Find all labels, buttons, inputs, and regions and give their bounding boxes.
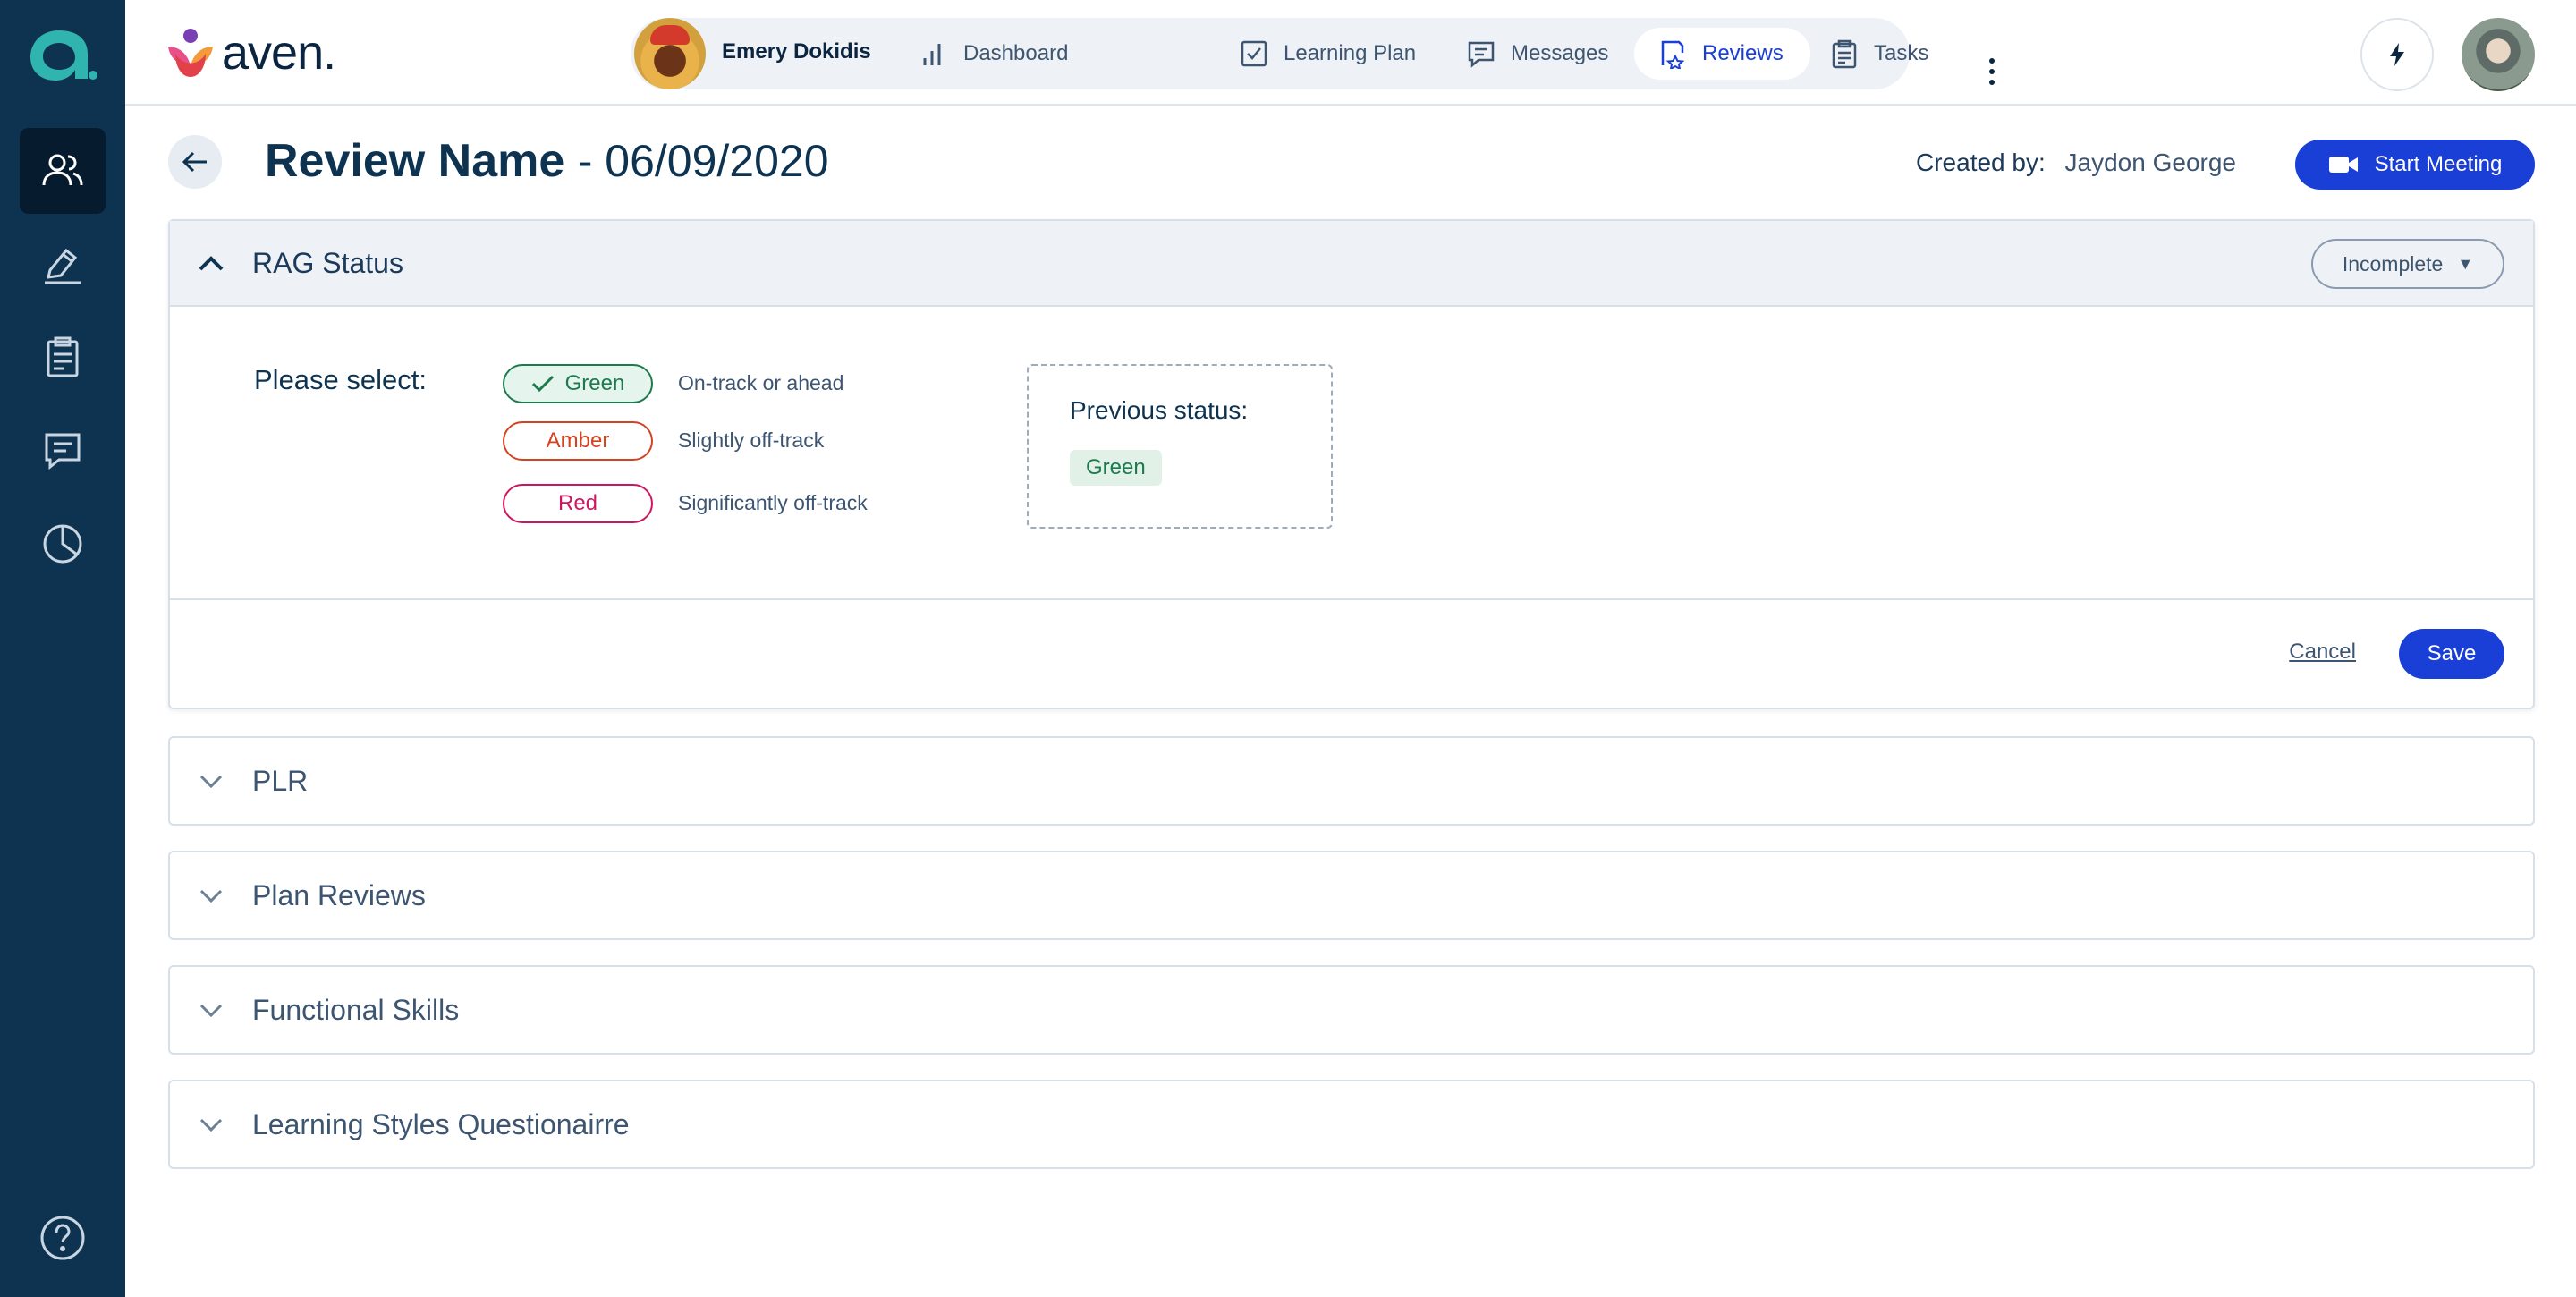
previous-status-box: Previous status: Green <box>1027 364 1333 529</box>
section-plan-reviews: Plan Reviews <box>168 851 2535 940</box>
section-header[interactable]: Learning Styles Questionairre <box>170 1081 2533 1167</box>
rag-option-desc: On-track or ahead <box>678 371 844 394</box>
nav-item-learning-plan[interactable]: Learning Plan <box>1239 18 1416 89</box>
rag-status-header[interactable]: RAG Status <box>170 221 2533 307</box>
rag-option-label: Red <box>557 491 598 515</box>
status-dropdown[interactable]: Incomplete ▼ <box>2311 239 2504 289</box>
section-title: Learning Styles Questionairre <box>252 1107 630 1140</box>
help-icon[interactable] <box>39 1215 86 1261</box>
nav-item-label: Tasks <box>1874 41 1929 65</box>
sidebar-item-users[interactable] <box>20 128 106 214</box>
section-header[interactable]: Plan Reviews <box>170 852 2533 938</box>
sidebar-item-chat[interactable] <box>20 408 106 494</box>
quick-actions-button[interactable] <box>2360 18 2434 91</box>
rag-panel-footer: Cancel Save <box>170 598 2533 708</box>
nav-item-label: Learning Plan <box>1284 41 1417 65</box>
cancel-button[interactable]: Cancel <box>2289 640 2356 665</box>
arrow-left-icon <box>182 151 207 173</box>
clipboard-icon <box>1832 39 1857 69</box>
aven-flower-logo <box>168 29 213 77</box>
section-functional-skills: Functional Skills <box>168 965 2535 1055</box>
caret-down-icon: ▼ <box>2457 254 2474 273</box>
section-plr: PLR <box>168 736 2535 826</box>
page-title: Review Name - 06/09/2020 <box>265 134 829 188</box>
review-date: - 06/09/2020 <box>577 136 829 186</box>
section-header[interactable]: Functional Skills <box>170 967 2533 1053</box>
users-icon <box>42 154 83 186</box>
chevron-down-icon <box>199 775 223 789</box>
created-by-name: Jaydon George <box>2064 148 2236 176</box>
section-title: Plan Reviews <box>252 878 426 911</box>
back-button[interactable] <box>168 135 222 189</box>
more-menu-icon[interactable] <box>1983 43 2001 100</box>
section-header[interactable]: PLR <box>170 738 2533 824</box>
save-button[interactable]: Save <box>2399 629 2504 679</box>
chat-icon <box>45 433 80 470</box>
video-camera-icon <box>2328 157 2358 173</box>
nav-item-label: Messages <box>1511 41 1609 65</box>
pie-chart-icon <box>43 524 82 564</box>
clipboard-icon <box>47 336 79 377</box>
student-name: Emery Dokidis <box>722 39 871 64</box>
rag-status-panel: RAG Status Incomplete ▼ Please select: G… <box>168 219 2535 709</box>
nav-item-label: Reviews <box>1702 41 1784 65</box>
chevron-down-icon <box>199 889 223 903</box>
chevron-up-icon <box>199 256 224 271</box>
checkbox-icon <box>1241 40 1267 67</box>
nav-item-messages[interactable]: Messages <box>1466 18 1608 89</box>
rag-option-red[interactable]: Red <box>503 484 653 523</box>
pen-icon <box>45 248 80 284</box>
nav-item-dashboard[interactable]: Dashboard <box>919 18 1068 89</box>
nav-item-reviews[interactable]: Reviews <box>1634 28 1810 80</box>
start-meeting-button[interactable]: Start Meeting <box>2295 140 2535 190</box>
bolt-icon <box>2390 43 2404 66</box>
review-star-icon <box>1661 40 1685 69</box>
review-name: Review Name <box>265 135 565 187</box>
rag-option-label: Green <box>564 371 625 395</box>
chevron-down-icon <box>199 1118 223 1132</box>
rag-status-title: RAG Status <box>252 246 403 279</box>
previous-status-label: Previous status: <box>1070 396 1249 424</box>
created-by: Created by: Jaydon George <box>1916 148 2236 177</box>
bar-chart-icon <box>923 44 941 65</box>
check-icon <box>531 375 554 393</box>
section-title: Functional Skills <box>252 993 460 1026</box>
status-dropdown-value: Incomplete <box>2342 251 2444 276</box>
please-select-label: Please select: <box>254 364 427 395</box>
aven-logo[interactable] <box>27 27 98 82</box>
student-nav: Emery Dokidis Dashboard Learning Plan Me… <box>631 18 1995 89</box>
previous-status-badge: Green <box>1070 450 1162 486</box>
rag-option-amber[interactable]: Amber <box>503 421 653 461</box>
brand-name: aven. <box>222 26 336 80</box>
section-title: PLR <box>252 764 309 797</box>
start-meeting-label: Start Meeting <box>2374 152 2503 176</box>
brand[interactable]: aven. <box>165 25 336 81</box>
message-icon <box>1468 41 1495 68</box>
student-avatar[interactable] <box>634 18 706 89</box>
user-avatar[interactable] <box>2462 18 2535 91</box>
sidebar <box>0 0 125 1297</box>
rag-option-label: Amber <box>546 428 610 453</box>
created-by-label: Created by: <box>1916 148 2046 176</box>
sidebar-item-clipboard[interactable] <box>20 315 106 401</box>
section-learning-styles: Learning Styles Questionairre <box>168 1080 2535 1169</box>
rag-option-green[interactable]: Green <box>503 364 653 403</box>
nav-item-tasks[interactable]: Tasks <box>1829 18 1928 89</box>
rag-option-desc: Slightly off-track <box>678 428 825 452</box>
sidebar-item-pen[interactable] <box>20 220 106 306</box>
nav-item-label: Dashboard <box>963 41 1069 65</box>
top-bar: aven. Emery Dokidis Dashboard Learning P… <box>125 0 2576 106</box>
rag-option-desc: Significantly off-track <box>678 491 868 514</box>
sidebar-item-reports[interactable] <box>20 501 106 587</box>
chevron-down-icon <box>199 1004 223 1018</box>
